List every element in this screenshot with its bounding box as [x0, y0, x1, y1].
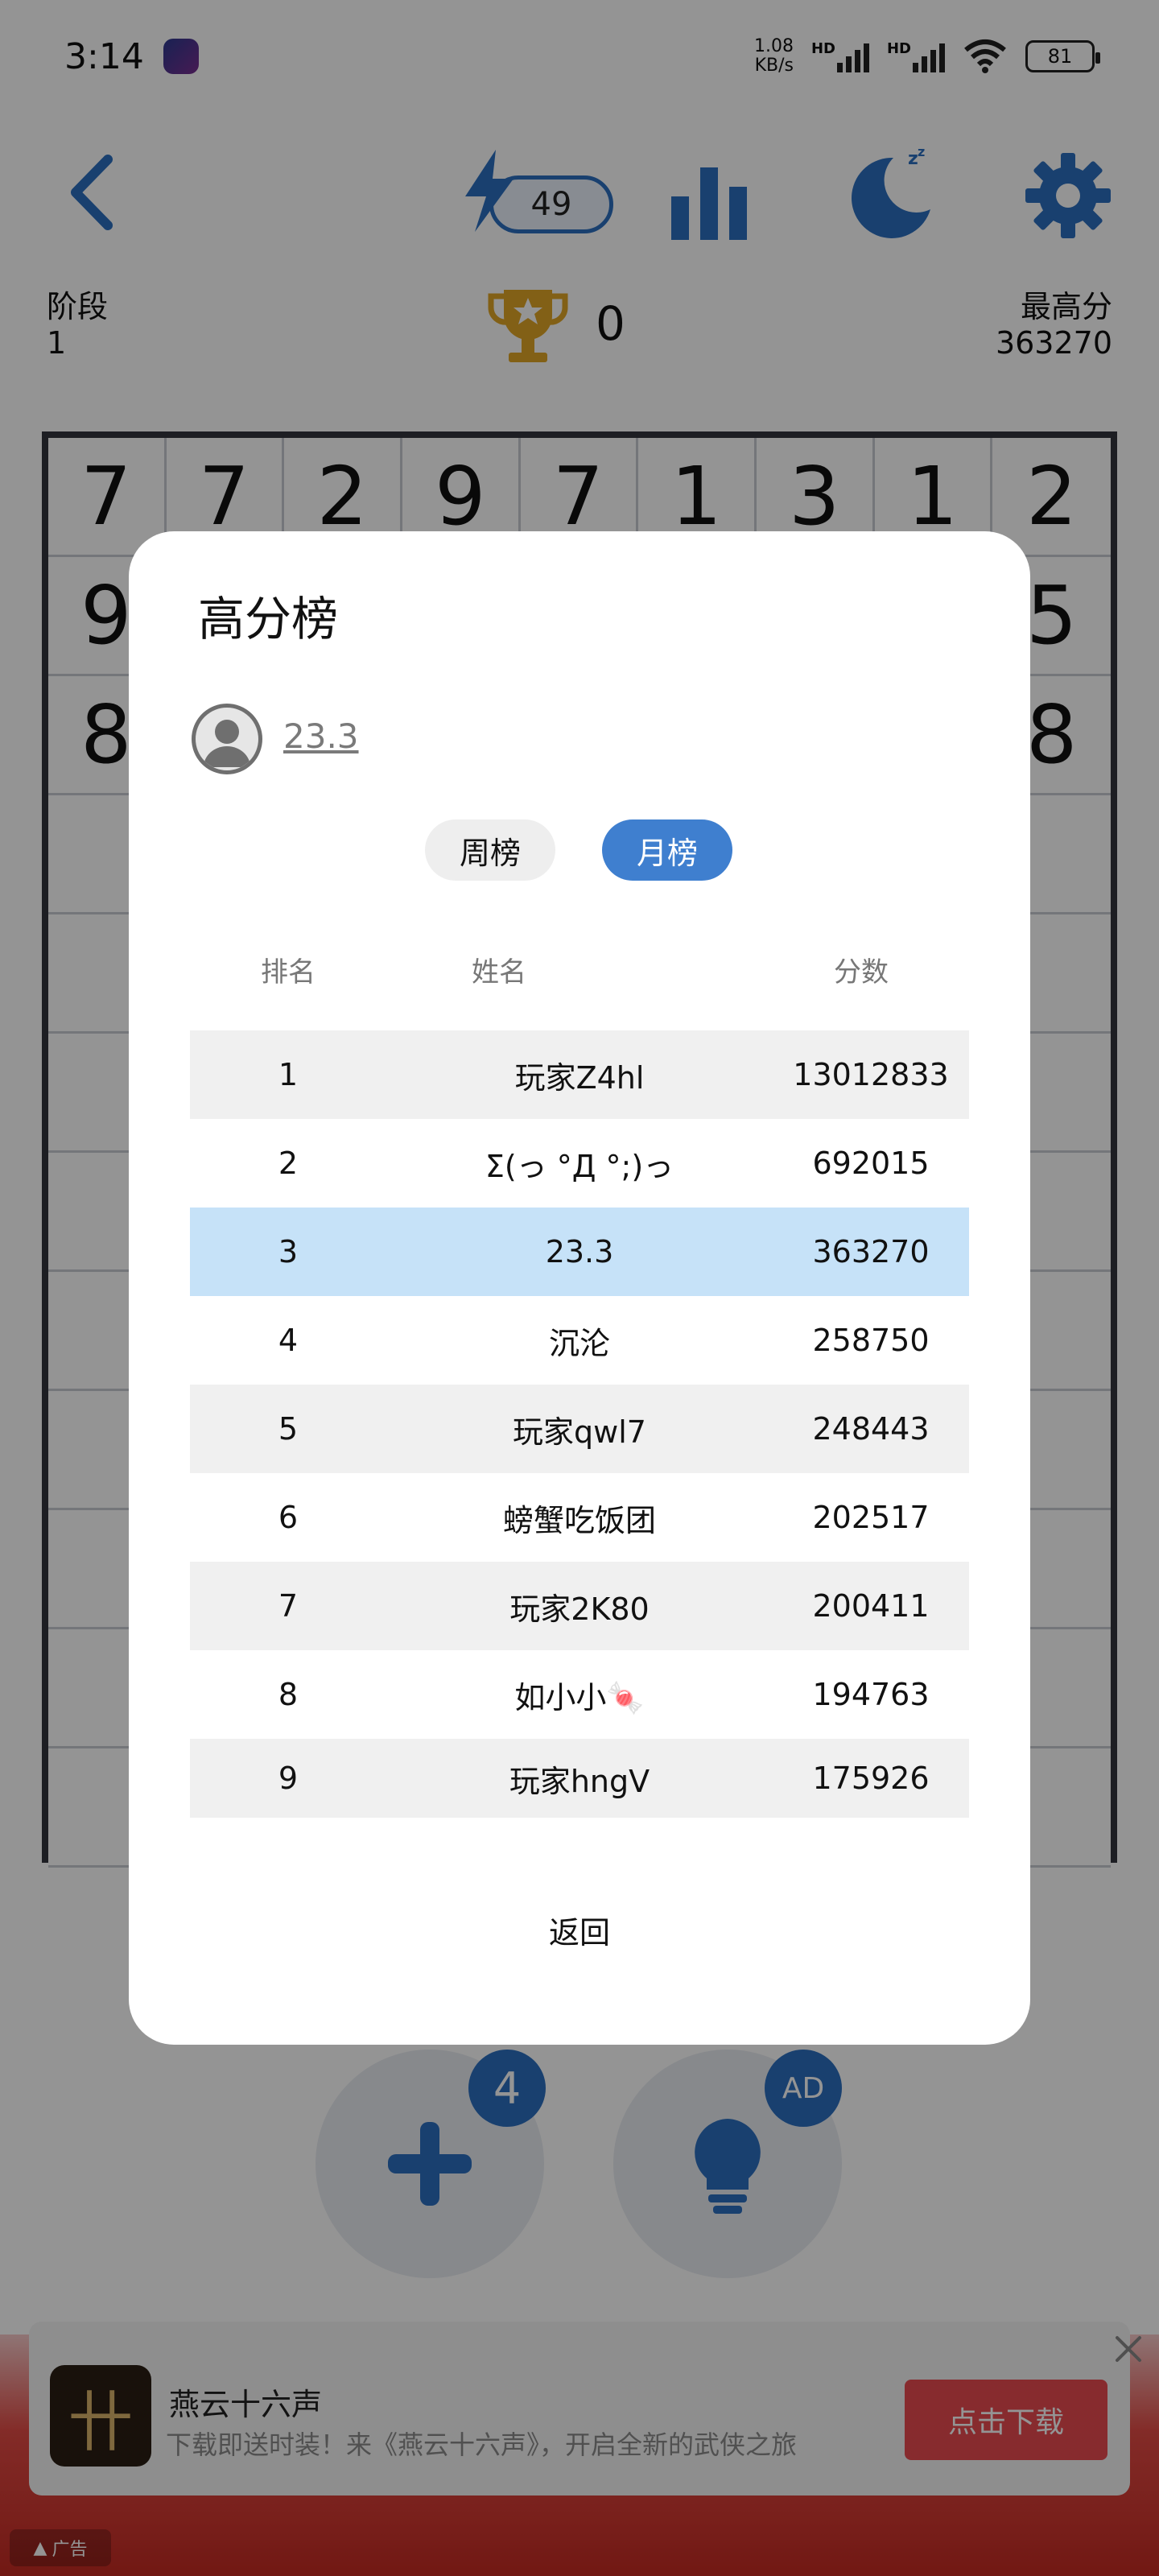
- table-row: 8 如小小🍬 194763: [190, 1650, 969, 1739]
- name-cell: 玩家qwl7: [513, 1414, 646, 1450]
- leaderboard-dialog: 高分榜 23.3 周榜 月榜 排名 姓名 分数 1 玩家Z4hl 1301283…: [129, 531, 1030, 2045]
- table-row: 7 玩家2K80 200411: [190, 1562, 969, 1650]
- name-cell: 23.3: [545, 1234, 614, 1269]
- score-cell: 175926: [812, 1761, 930, 1796]
- rank-cell: 7: [278, 1588, 299, 1624]
- dialog-title: 高分榜: [198, 592, 339, 646]
- score-cell: 692015: [812, 1146, 930, 1181]
- table-row: 1 玩家Z4hl 13012833: [190, 1030, 969, 1119]
- score-cell: 248443: [812, 1411, 930, 1447]
- rank-cell: 8: [278, 1677, 299, 1712]
- table-row: 6 螃蟹吃饭团 202517: [190, 1473, 969, 1562]
- rank-cell: 9: [278, 1761, 299, 1796]
- rank-cell: 2: [278, 1146, 299, 1181]
- return-button[interactable]: 返回: [499, 1901, 660, 1958]
- name-cell: 沉沦: [548, 1325, 610, 1361]
- name-cell: 如小小🍬: [514, 1679, 645, 1715]
- leaderboard-table: 1 玩家Z4hl 13012833 2 Σ(っ °Д °;)っ 692015 3…: [190, 1030, 969, 1818]
- score-cell: 363270: [812, 1234, 930, 1269]
- score-cell: 202517: [812, 1500, 930, 1535]
- table-row: 5 玩家qwl7 248443: [190, 1385, 969, 1473]
- score-cell: 13012833: [793, 1057, 949, 1092]
- name-cell: Σ(っ °Д °;)っ: [485, 1148, 674, 1184]
- column-header-score: 分数: [834, 956, 889, 989]
- table-row: 9 玩家hngV 175926: [190, 1739, 969, 1818]
- table-row: 2 Σ(っ °Д °;)っ 692015: [190, 1119, 969, 1208]
- tab-monthly[interactable]: 月榜: [602, 819, 732, 881]
- name-cell: 玩家Z4hl: [514, 1059, 645, 1096]
- current-user-name[interactable]: 23.3: [283, 716, 359, 756]
- score-cell: 258750: [812, 1323, 930, 1358]
- column-header-name: 姓名: [472, 956, 526, 989]
- table-row-current-user: 3 23.3 363270: [190, 1208, 969, 1296]
- name-cell: 玩家2K80: [509, 1591, 650, 1627]
- user-avatar-icon: [192, 704, 262, 774]
- column-header-rank: 排名: [261, 956, 316, 989]
- rank-cell: 3: [278, 1234, 299, 1269]
- score-cell: 200411: [812, 1588, 930, 1624]
- rank-cell: 4: [278, 1323, 299, 1358]
- table-row: 4 沉沦 258750: [190, 1296, 969, 1385]
- name-cell: 螃蟹吃饭团: [502, 1502, 656, 1538]
- rank-cell: 1: [278, 1057, 299, 1092]
- score-cell: 194763: [812, 1677, 930, 1712]
- rank-cell: 6: [278, 1500, 299, 1535]
- rank-cell: 5: [278, 1411, 299, 1447]
- name-cell: 玩家hngV: [509, 1763, 650, 1799]
- tab-weekly[interactable]: 周榜: [425, 819, 555, 881]
